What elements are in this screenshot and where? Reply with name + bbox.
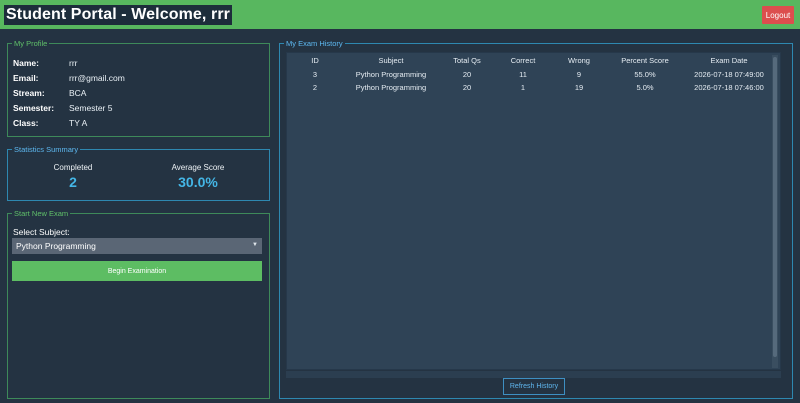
new-exam-legend: Start New Exam — [12, 208, 71, 219]
cell-wrong: 9 — [576, 70, 582, 79]
profile-value: rrr@gmail.com — [69, 73, 125, 83]
cell-date: 2026-07-18 07:46:00 — [694, 83, 764, 92]
select-subject-label: Select Subject: — [13, 227, 70, 237]
cell-wrong: 19 — [574, 83, 584, 92]
cell-subject: Python Programming — [355, 83, 427, 92]
cell-date: 2026-07-18 07:49:00 — [694, 70, 764, 79]
cell-percent: 55.0% — [634, 70, 656, 79]
profile-key: Class: — [13, 118, 39, 128]
cell-total: 20 — [462, 70, 472, 79]
logout-button[interactable]: Logout — [762, 6, 794, 24]
column-header-wrong[interactable]: Wrong — [551, 53, 607, 68]
new-exam-panel: Start New Exam Select Subject: Python Pr… — [7, 208, 270, 399]
completed-stat: Completed 2 — [33, 163, 113, 190]
profile-key: Name: — [13, 58, 39, 68]
profile-key: Email: — [13, 73, 39, 83]
vertical-scrollbar[interactable] — [772, 55, 778, 368]
profile-value: rrr — [69, 58, 78, 68]
column-header-id[interactable]: ID — [287, 53, 343, 68]
begin-examination-button[interactable]: Begin Examination — [12, 261, 262, 281]
subject-select[interactable]: Python Programming ▼ — [12, 238, 262, 254]
history-table-area: ID Subject Total Qs Correct Wrong Percen… — [286, 52, 781, 370]
profile-legend: My Profile — [12, 38, 50, 49]
cell-subject: Python Programming — [355, 70, 427, 79]
top-bar: Student Portal - Welcome, rrr Logout — [0, 0, 800, 29]
profile-panel: My Profile Name: rrr Email: rrr@gmail.co… — [7, 38, 270, 137]
cell-id: 3 — [312, 70, 318, 79]
scrollbar-thumb[interactable] — [773, 57, 777, 357]
cell-percent: 5.0% — [636, 83, 654, 92]
profile-value: TY A — [69, 118, 88, 128]
table-row[interactable]: 2 Python Programming 20 1 19 5.0% 2026-0… — [287, 81, 775, 94]
column-header-correct[interactable]: Correct — [495, 53, 551, 68]
column-header-total[interactable]: Total Qs — [439, 53, 495, 68]
cell-id: 2 — [312, 83, 318, 92]
profile-value: BCA — [69, 88, 87, 98]
horizontal-scrollbar[interactable] — [286, 371, 781, 378]
average-stat: Average Score 30.0% — [153, 163, 243, 190]
table-header-row: ID Subject Total Qs Correct Wrong Percen… — [287, 53, 775, 68]
subject-select-value: Python Programming — [16, 241, 96, 251]
page-title: Student Portal - Welcome, rrr — [4, 5, 232, 25]
refresh-history-button[interactable]: Refresh History — [503, 378, 565, 395]
table-row[interactable]: 3 Python Programming 20 11 9 55.0% 2026-… — [287, 68, 775, 81]
profile-key: Stream: — [13, 88, 45, 98]
exam-history-legend: My Exam History — [284, 38, 345, 49]
history-table: ID Subject Total Qs Correct Wrong Percen… — [287, 53, 775, 94]
exam-history-panel: My Exam History ID Subject Total Qs Corr… — [279, 38, 793, 399]
average-label: Average Score — [171, 163, 225, 172]
cell-correct: 1 — [520, 83, 526, 92]
statistics-legend: Statistics Summary — [12, 144, 81, 155]
column-header-date[interactable]: Exam Date — [683, 53, 775, 68]
column-header-percent[interactable]: Percent Score — [607, 53, 683, 68]
statistics-panel: Statistics Summary Completed 2 Average S… — [7, 144, 270, 201]
profile-value: Semester 5 — [69, 103, 113, 113]
profile-key: Semester: — [13, 103, 55, 113]
cell-correct: 11 — [519, 70, 527, 79]
average-value: 30.0% — [178, 174, 218, 190]
completed-label: Completed — [53, 163, 93, 172]
column-header-subject[interactable]: Subject — [343, 53, 439, 68]
cell-total: 20 — [462, 83, 472, 92]
completed-value: 2 — [69, 174, 77, 190]
chevron-down-icon: ▼ — [252, 242, 258, 248]
